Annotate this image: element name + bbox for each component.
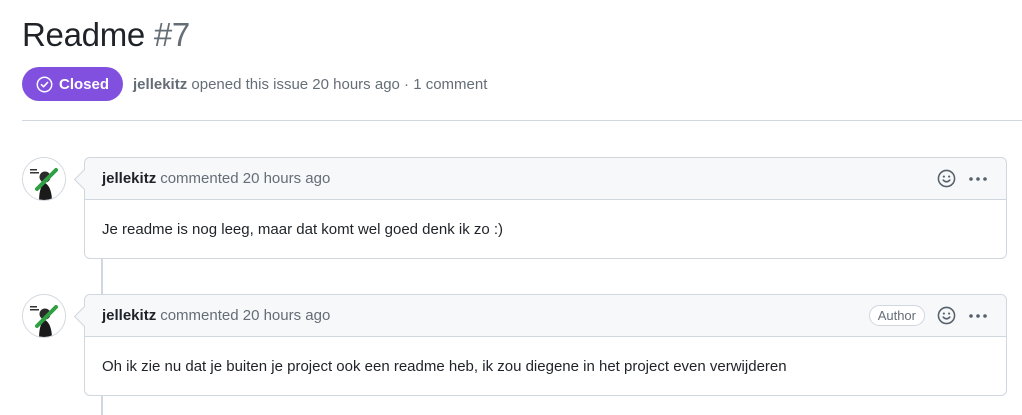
issue-title: Readme #7 — [22, 16, 190, 54]
comment-timestamp[interactable]: commented 20 hours ago — [160, 170, 330, 187]
smiley-icon[interactable] — [935, 168, 957, 190]
kebab-horizontal-icon[interactable] — [967, 168, 989, 190]
comment-author-link[interactable]: jellekitz — [102, 307, 156, 324]
issue-state-badge: Closed — [22, 67, 124, 101]
avatar[interactable] — [22, 294, 66, 338]
comment-header: jellekitz commented 20 hours ago Author — [85, 295, 1006, 337]
issue-state-label: Closed — [59, 75, 110, 93]
issue-number: #7 — [153, 16, 190, 53]
issue-meta-detail: opened this issue 20 hours ago · 1 comme… — [191, 75, 488, 93]
issue-author-link[interactable]: jellekitz — [133, 76, 187, 93]
timeline-connector — [101, 394, 103, 415]
issue-page: Readme #7 Closed jellekitz opened this i… — [0, 0, 1022, 415]
comment-author-link[interactable]: jellekitz — [102, 170, 156, 187]
issue-meta-text: jellekitz opened this issue 20 hours ago… — [133, 76, 487, 93]
smiley-icon[interactable] — [935, 305, 957, 327]
comment-actions — [935, 168, 989, 190]
comment-header: jellekitz commented 20 hours ago — [85, 158, 1006, 200]
comment-body: Oh ik zie nu dat je buiten je project oo… — [102, 357, 787, 375]
avatar[interactable] — [22, 157, 66, 201]
issue-title-text: Readme — [22, 16, 145, 53]
header-divider — [22, 120, 1022, 121]
comment-body: Je readme is nog leeg, maar dat komt wel… — [102, 220, 504, 238]
comment: jellekitz commented 20 hours ago Je read… — [84, 157, 1007, 259]
avatar-image — [23, 295, 65, 337]
comment: jellekitz commented 20 hours ago Author — [84, 294, 1007, 396]
comment-timestamp[interactable]: commented 20 hours ago — [160, 307, 330, 324]
comment-actions: Author — [868, 305, 989, 327]
author-label-badge: Author — [868, 305, 925, 326]
issue-meta: Closed jellekitz opened this issue 20 ho… — [22, 67, 487, 101]
avatar-image — [23, 158, 65, 200]
timeline-connector — [101, 258, 103, 296]
kebab-horizontal-icon[interactable] — [967, 305, 989, 327]
check-circle-icon — [36, 76, 53, 93]
